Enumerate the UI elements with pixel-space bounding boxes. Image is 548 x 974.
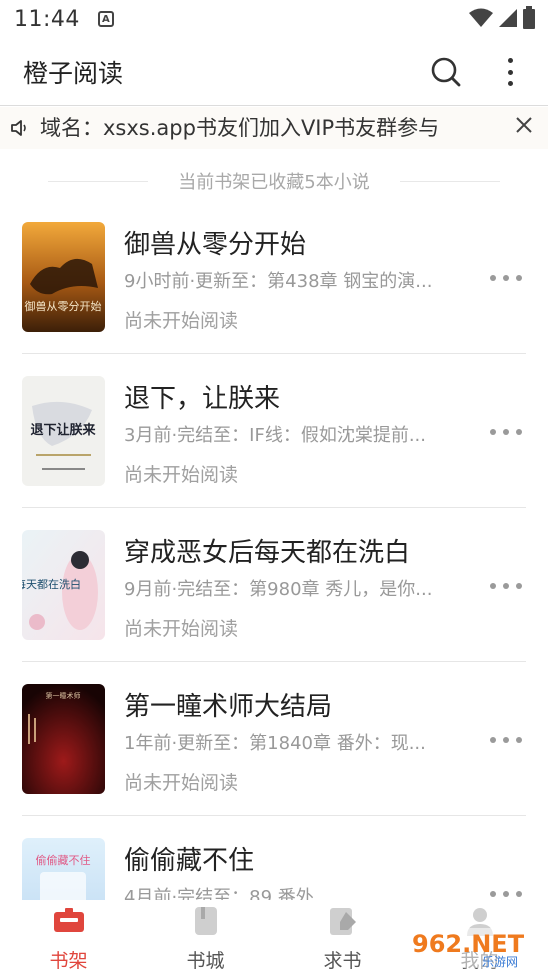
overflow-menu-button[interactable] bbox=[496, 54, 524, 90]
book-more-button[interactable] bbox=[490, 888, 522, 900]
book-item[interactable]: 御兽从零分开始 御兽从零分开始 9小时前·更新至：第438章 钢宝的演... 尚… bbox=[0, 200, 548, 354]
book-cover: 每天都在洗白 bbox=[22, 530, 105, 640]
svg-text:偷偷藏不住: 偷偷藏不住 bbox=[36, 853, 91, 867]
book-cover: 退下让朕来 bbox=[22, 376, 105, 486]
status-bar: 11:44 A bbox=[0, 0, 548, 38]
more-dot-icon bbox=[507, 69, 513, 75]
shelf-count: 当前书架已收藏5本小说 bbox=[0, 166, 548, 196]
book-more-button[interactable] bbox=[490, 734, 522, 746]
request-book-icon bbox=[329, 908, 356, 935]
book-title: 第一瞳术师大结局 bbox=[124, 692, 333, 722]
book-title: 退下，让朕来 bbox=[124, 384, 281, 414]
wifi-icon bbox=[469, 8, 493, 27]
svg-text:退下让朕来: 退下让朕来 bbox=[30, 422, 96, 438]
book-more-button[interactable] bbox=[490, 426, 522, 438]
close-icon[interactable] bbox=[512, 113, 536, 137]
book-title: 偷偷藏不住 bbox=[124, 846, 255, 876]
battery-icon bbox=[523, 6, 535, 29]
book-cover: 御兽从零分开始 bbox=[22, 222, 105, 332]
book-item[interactable]: 退下让朕来 退下，让朕来 3月前·完结至：IF线：假如沈棠提前... 尚未开始阅… bbox=[0, 354, 548, 508]
nav-label: 书架 bbox=[49, 950, 88, 972]
status-icons bbox=[468, 6, 536, 30]
svg-text:第一瞳术师: 第一瞳术师 bbox=[46, 691, 81, 700]
nav-bookshelf[interactable]: 书架 bbox=[0, 900, 137, 974]
svg-text:乐游网: 乐游网 bbox=[482, 955, 518, 969]
more-dot-icon bbox=[507, 58, 513, 63]
svg-text:御兽从零分开始: 御兽从零分开始 bbox=[25, 299, 102, 313]
more-dot-icon bbox=[507, 81, 513, 86]
nav-label: 书城 bbox=[186, 950, 225, 972]
book-title: 穿成恶女后每天都在洗白 bbox=[124, 538, 411, 568]
speaker-icon bbox=[11, 120, 26, 136]
notification-a-icon: A bbox=[97, 11, 114, 27]
shelf-count-text: 当前书架已收藏5本小说 bbox=[178, 172, 370, 193]
watermark-logo: 962.NET 乐游网 bbox=[404, 928, 540, 969]
book-update: 1年前·更新至：第1840章 番外：现... bbox=[124, 733, 426, 754]
book-title: 御兽从零分开始 bbox=[124, 230, 307, 260]
nav-request-book[interactable]: 求书 bbox=[274, 900, 411, 974]
book-item[interactable]: 每天都在洗白 穿成恶女后每天都在洗白 9月前·完结至：第980章 秀儿，是你..… bbox=[0, 508, 548, 662]
book-item[interactable]: 第一瞳术师 第一瞳术师大结局 1年前·更新至：第1840章 番外：现... 尚未… bbox=[0, 662, 548, 816]
book-more-button[interactable] bbox=[490, 272, 522, 284]
book-progress: 尚未开始阅读 bbox=[124, 310, 239, 332]
search-icon[interactable] bbox=[430, 56, 462, 88]
nav-bookstore[interactable]: 书城 bbox=[137, 900, 274, 974]
bookshelf-icon bbox=[53, 908, 84, 932]
svg-text:每天都在洗白: 每天都在洗白 bbox=[22, 577, 81, 591]
app-bar: 橙子阅读 bbox=[0, 38, 548, 106]
book-progress: 尚未开始阅读 bbox=[124, 618, 239, 640]
status-time: 11:44 bbox=[14, 6, 80, 32]
notice-banner[interactable]: 域名：xsxs.app书友们加入VIP书友群参与 bbox=[0, 107, 548, 149]
svg-text:962.NET: 962.NET bbox=[412, 930, 525, 958]
bookstore-icon bbox=[194, 907, 217, 935]
book-update: 3月前·完结至：IF线：假如沈棠提前... bbox=[124, 425, 426, 446]
book-update: 9月前·完结至：第980章 秀儿，是你... bbox=[124, 579, 433, 600]
app-title: 橙子阅读 bbox=[23, 58, 124, 88]
book-progress: 尚未开始阅读 bbox=[124, 464, 239, 486]
book-progress: 尚未开始阅读 bbox=[124, 772, 239, 794]
nav-label: 求书 bbox=[323, 950, 362, 972]
book-more-button[interactable] bbox=[490, 580, 522, 592]
signal-icon bbox=[499, 9, 517, 27]
book-cover: 第一瞳术师 bbox=[22, 684, 105, 794]
book-update: 9小时前·更新至：第438章 钢宝的演... bbox=[124, 271, 433, 292]
notice-text: 域名：xsxs.app书友们加入VIP书友群参与 bbox=[40, 116, 440, 140]
